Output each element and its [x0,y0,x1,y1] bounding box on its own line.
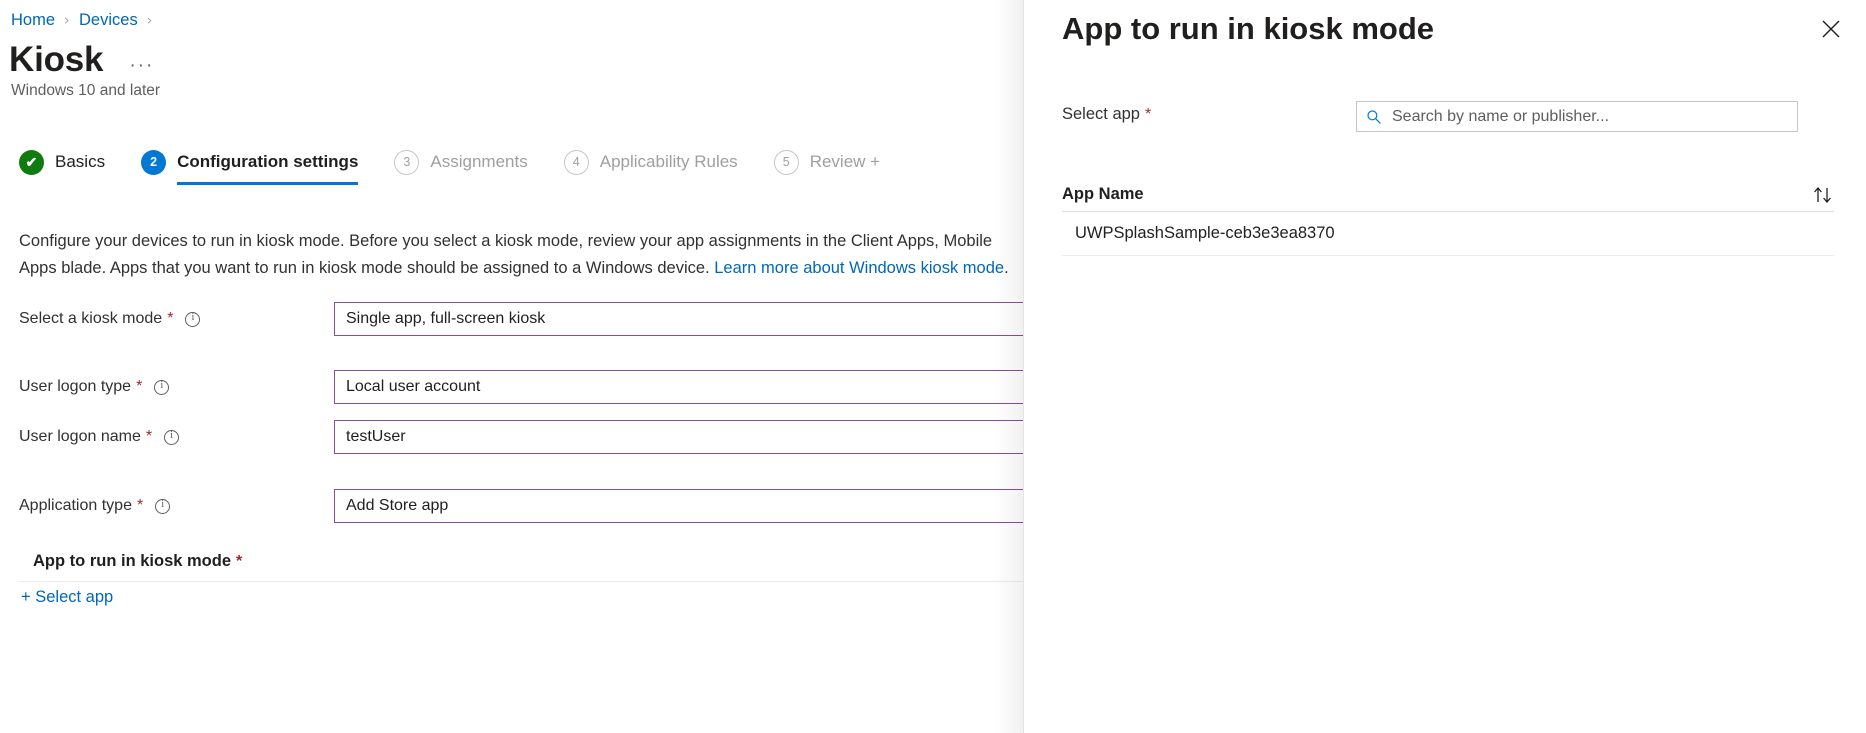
tab-configuration-settings-label: Configuration settings [177,151,358,173]
dropdown-user-logon-type-value: Local user account [346,378,480,396]
app-section-heading: App to run in kiosk mode * [33,552,242,571]
sort-ascending-descending-icon[interactable] [1812,186,1834,204]
tab-applicability-rules-label: Applicability Rules [600,151,738,173]
label-user-logon-name-text: User logon name [19,428,141,446]
label-user-logon-name: User logon name * i [19,420,179,454]
page-title: Kiosk [9,38,103,82]
kiosk-profile-blade: Home › Devices › Kiosk ··· Windows 10 an… [0,0,1023,733]
required-asterisk: * [137,497,143,515]
input-user-logon-name-value: testUser [346,428,406,446]
search-input[interactable] [1390,103,1789,130]
label-application-type-text: Application type [19,497,132,515]
breadcrumb-item-devices[interactable]: Devices [79,8,138,32]
breadcrumb-item-home[interactable]: Home [11,8,55,32]
field-row-user-logon-type: User logon type * i Local user account [0,370,1023,404]
close-icon[interactable] [1814,12,1848,46]
breadcrumb-separator-icon: › [64,8,70,32]
field-row-kiosk-mode: Select a kiosk mode * i Single app, full… [0,302,1023,336]
table-row[interactable]: UWPSplashSample-ceb3e3ea8370 [1062,212,1834,256]
tab-assignments-number: 3 [394,150,419,175]
panel-title: App to run in kiosk mode [1062,8,1434,50]
required-asterisk: * [1145,106,1151,123]
select-app-label: Select app * [1062,105,1151,124]
page-subtitle: Windows 10 and later [11,80,160,101]
select-app-label-text: Select app [1062,105,1140,123]
tab-configuration-settings-number: 2 [141,150,166,175]
tab-active-underline [177,182,358,185]
breadcrumb: Home › Devices › [11,8,162,32]
divider [19,581,1023,582]
more-options-ellipsis-icon[interactable]: ··· [129,55,154,77]
field-row-application-type: Application type * i Add Store app [0,489,1023,523]
tab-assignments[interactable]: 3 Assignments [394,143,527,181]
required-asterisk: * [146,428,152,446]
info-icon[interactable]: i [164,430,179,445]
dropdown-kiosk-mode[interactable]: Single app, full-screen kiosk [334,302,1023,336]
tab-applicability-rules[interactable]: 4 Applicability Rules [564,143,738,181]
column-header-app-name: App Name [1062,185,1144,204]
tab-review-create-number: 5 [774,150,799,175]
app-list-header: App Name [1062,178,1834,212]
tab-basics-label: Basics [55,151,105,173]
page-title-row: Kiosk ··· [9,38,154,82]
label-kiosk-mode: Select a kiosk mode * i [19,302,200,336]
tab-review-create[interactable]: 5 Review + [774,143,880,181]
dropdown-user-logon-type[interactable]: Local user account [334,370,1023,404]
label-user-logon-type: User logon type * i [19,370,169,404]
app-name-cell: UWPSplashSample-ceb3e3ea8370 [1075,224,1335,243]
info-icon[interactable]: i [185,312,200,327]
search-icon [1365,108,1383,126]
input-user-logon-name[interactable]: testUser [334,420,1023,454]
app-section-heading-text: App to run in kiosk mode [33,552,231,570]
required-asterisk: * [236,553,242,570]
dropdown-application-type-value: Add Store app [346,497,448,515]
label-user-logon-type-text: User logon type [19,378,131,396]
tab-basics-check-icon: ✔ [19,150,44,175]
select-app-panel: App to run in kiosk mode Select app * App… [1023,0,1866,733]
info-icon[interactable]: i [154,380,169,395]
field-row-user-logon-name: User logon name * i testUser [0,420,1023,454]
tab-assignments-label: Assignments [430,151,527,173]
select-app-link[interactable]: + Select app [21,588,113,607]
info-icon[interactable]: i [155,499,170,514]
dropdown-application-type[interactable]: Add Store app [334,489,1023,523]
blade-description: Configure your devices to run in kiosk m… [19,228,1023,282]
azure-portal-screen: Home › Devices › Kiosk ··· Windows 10 an… [0,0,1866,733]
dropdown-kiosk-mode-value: Single app, full-screen kiosk [346,310,545,328]
search-box[interactable] [1356,101,1798,132]
breadcrumb-separator-icon: › [147,8,153,32]
tab-review-create-label: Review + [810,151,880,173]
required-asterisk: * [167,310,173,328]
tab-applicability-rules-number: 4 [564,150,589,175]
learn-more-link[interactable]: Learn more about Windows kiosk mode [714,259,1004,277]
label-application-type: Application type * i [19,489,170,523]
required-asterisk: * [136,378,142,396]
wizard-tabs: ✔ Basics 2 Configuration settings 3 Assi… [19,143,916,185]
tab-basics[interactable]: ✔ Basics [19,143,105,181]
blade-description-text-end: . [1004,259,1009,277]
label-kiosk-mode-text: Select a kiosk mode [19,310,162,328]
tab-configuration-settings[interactable]: 2 Configuration settings [141,143,358,181]
